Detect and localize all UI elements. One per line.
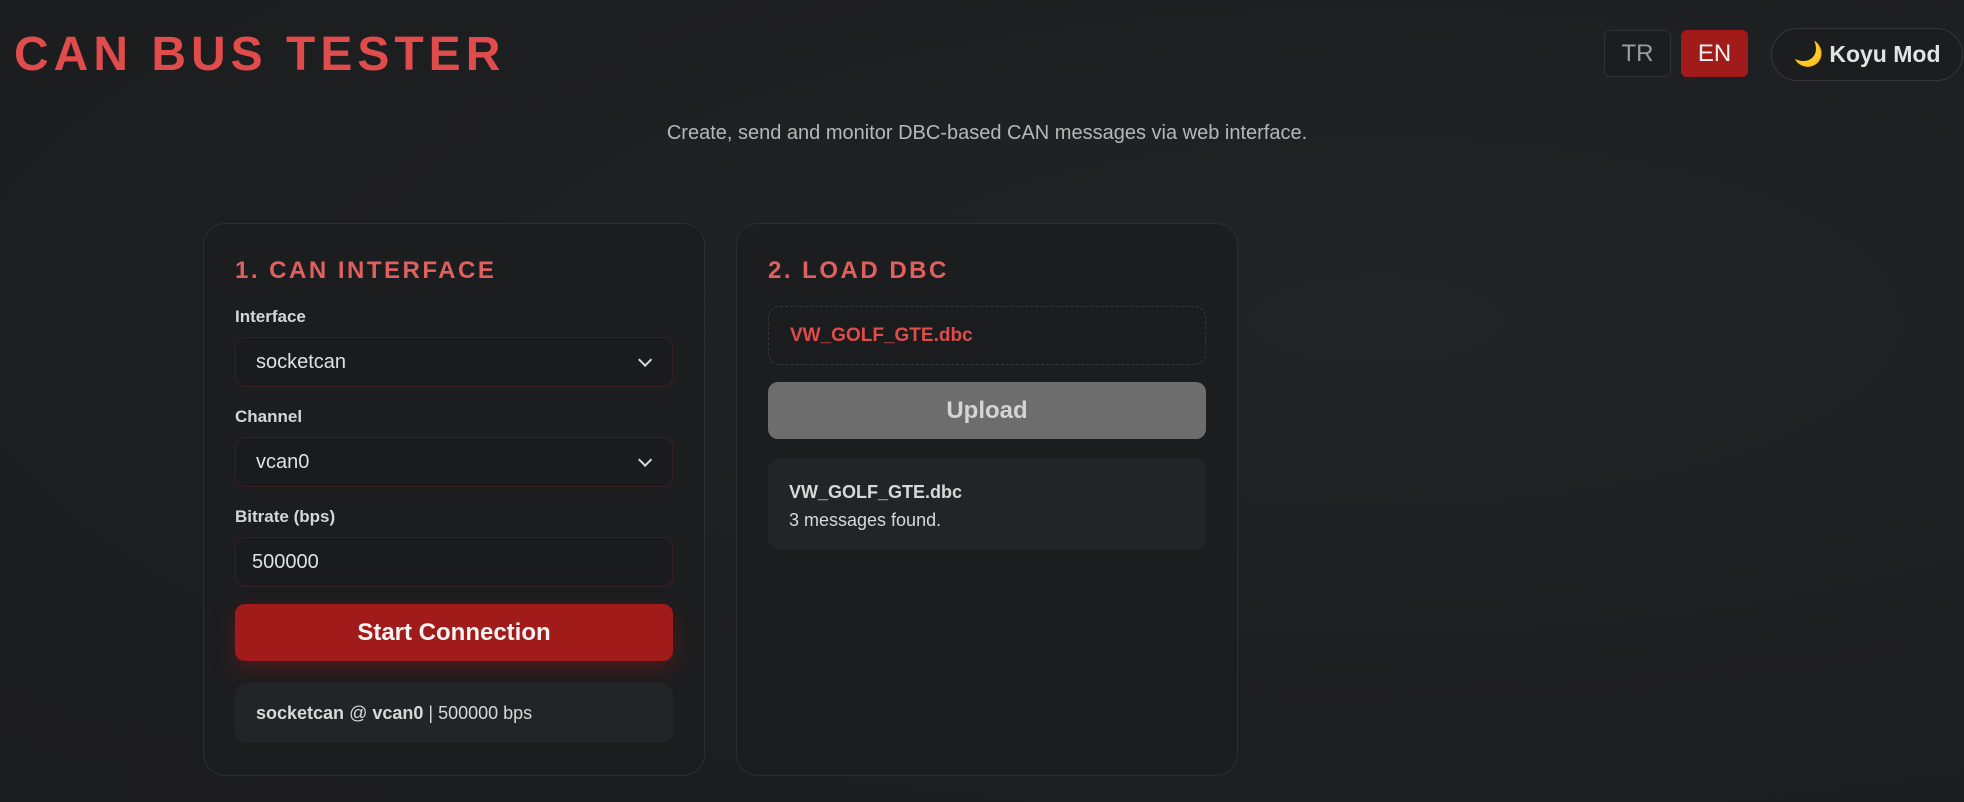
status-channel: vcan0 bbox=[372, 702, 424, 723]
dbc-info-box: VW_GOLF_GTE.dbc 3 messages found. bbox=[768, 458, 1206, 550]
channel-label: Channel bbox=[235, 407, 303, 426]
upload-button[interactable]: Upload bbox=[768, 382, 1206, 439]
app-title: CAN BUS TESTER bbox=[14, 28, 506, 81]
card-title: 2. LOAD DBC bbox=[768, 257, 949, 284]
interface-select-value: socketcan bbox=[256, 350, 347, 373]
chevron-down-icon bbox=[638, 352, 653, 367]
language-switch: TR EN bbox=[1604, 30, 1748, 77]
lang-en-button[interactable]: EN bbox=[1681, 30, 1748, 77]
bitrate-input[interactable]: 500000 bbox=[235, 537, 673, 587]
theme-toggle-button[interactable]: 🌙 Koyu Mod bbox=[1771, 28, 1963, 81]
channel-select-value: vcan0 bbox=[256, 450, 310, 473]
bitrate-label: Bitrate (bps) bbox=[235, 507, 336, 526]
card-title: 1. CAN INTERFACE bbox=[235, 257, 497, 284]
channel-select[interactable]: vcan0 bbox=[235, 437, 673, 487]
chevron-down-icon bbox=[638, 452, 653, 467]
interface-label: Interface bbox=[235, 307, 306, 326]
start-connection-button[interactable]: Start Connection bbox=[235, 604, 673, 661]
can-interface-card: 1. CAN INTERFACE Interface socketcan Cha… bbox=[203, 223, 705, 776]
status-at: @ bbox=[349, 702, 368, 723]
moon-icon: 🌙 bbox=[1793, 41, 1824, 68]
loaded-file-name: VW_GOLF_GTE.dbc bbox=[789, 482, 963, 502]
status-interface: socketcan bbox=[256, 702, 345, 723]
interface-select[interactable]: socketcan bbox=[235, 337, 673, 387]
messages-found: 3 messages found. bbox=[789, 510, 942, 530]
lang-tr-button[interactable]: TR bbox=[1604, 30, 1671, 77]
theme-toggle-label: Koyu Mod bbox=[1829, 41, 1941, 67]
status-bitrate: | 500000 bps bbox=[428, 702, 533, 723]
page-subtitle: Create, send and monitor DBC-based CAN m… bbox=[666, 122, 1308, 144]
connection-status: socketcan @ vcan0 | 500000 bps bbox=[235, 683, 673, 743]
dbc-file-input[interactable]: VW_GOLF_GTE.dbc bbox=[768, 306, 1206, 365]
load-dbc-card: 2. LOAD DBC VW_GOLF_GTE.dbc Upload VW_GO… bbox=[736, 223, 1238, 776]
